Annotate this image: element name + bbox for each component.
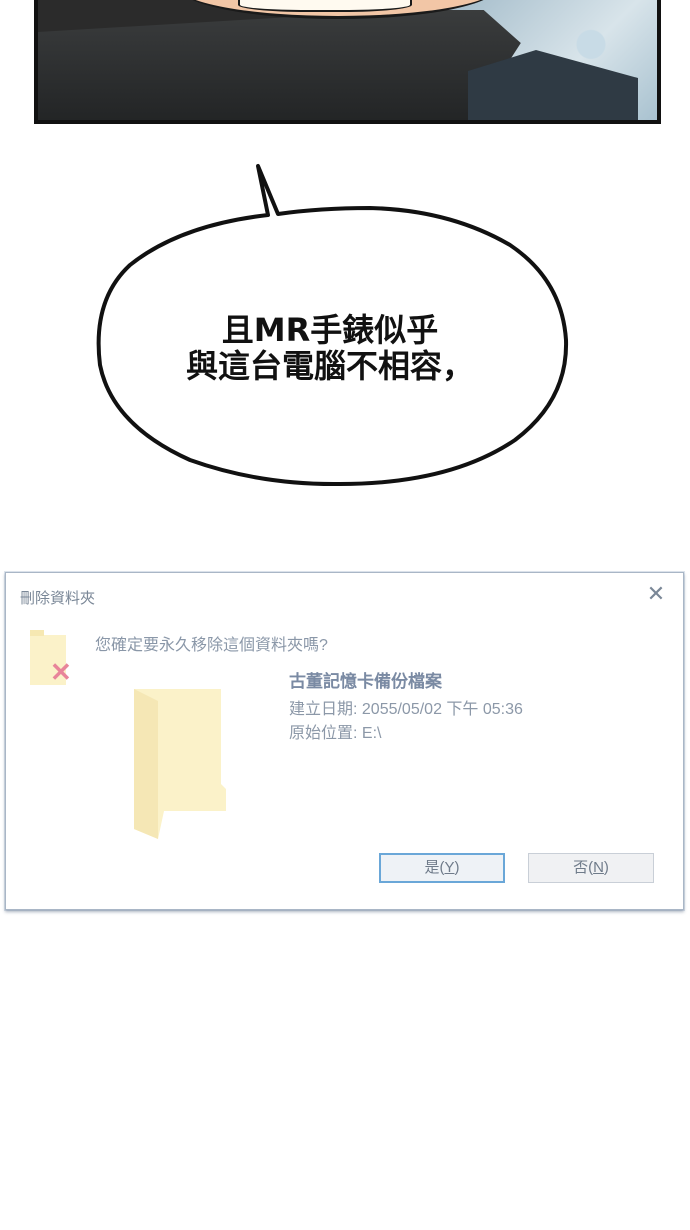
yes-button[interactable]: 是(Y) bbox=[379, 853, 505, 883]
item-created-date: 建立日期: 2055/05/02 下午 05:36 bbox=[289, 701, 523, 718]
no-label-close: ) bbox=[603, 859, 609, 876]
dialog-body: ✕ 您確定要永久移除這個資料夾嗎? 古董記憶卡備份檔案 建立日期: 2055/0… bbox=[6, 617, 683, 841]
speech-line-1: 且MR手錶似乎 bbox=[221, 311, 439, 349]
dialog-title: 刪除資料夾 bbox=[20, 590, 96, 607]
yes-label: 是( bbox=[424, 859, 445, 876]
delete-x-icon: ✕ bbox=[50, 657, 72, 687]
yes-label-close: ) bbox=[454, 859, 460, 876]
no-button[interactable]: 否(N) bbox=[528, 853, 654, 883]
delete-folder-dialog: 刪除資料夾 ✕ ✕ 您確定要永久移除這個資料夾嗎? 古董記憶卡備份檔案 建立日期… bbox=[5, 572, 684, 910]
no-label: 否( bbox=[573, 859, 594, 876]
speech-bubble bbox=[96, 164, 569, 487]
speech-bubble-text: 且MR手錶似乎 與這台電腦不相容， bbox=[100, 312, 560, 384]
item-original-location: 原始位置: E:\ bbox=[289, 725, 382, 742]
confirm-question: 您確定要永久移除這個資料夾嗎? bbox=[95, 637, 328, 654]
large-folder-icon bbox=[134, 689, 226, 839]
no-accelerator: N bbox=[593, 859, 604, 876]
speech-line-2: 與這台電腦不相容， bbox=[185, 347, 474, 385]
close-icon[interactable]: ✕ bbox=[643, 581, 669, 607]
item-name: 古董記憶卡備份檔案 bbox=[289, 672, 442, 691]
yes-accelerator: Y bbox=[444, 859, 455, 876]
